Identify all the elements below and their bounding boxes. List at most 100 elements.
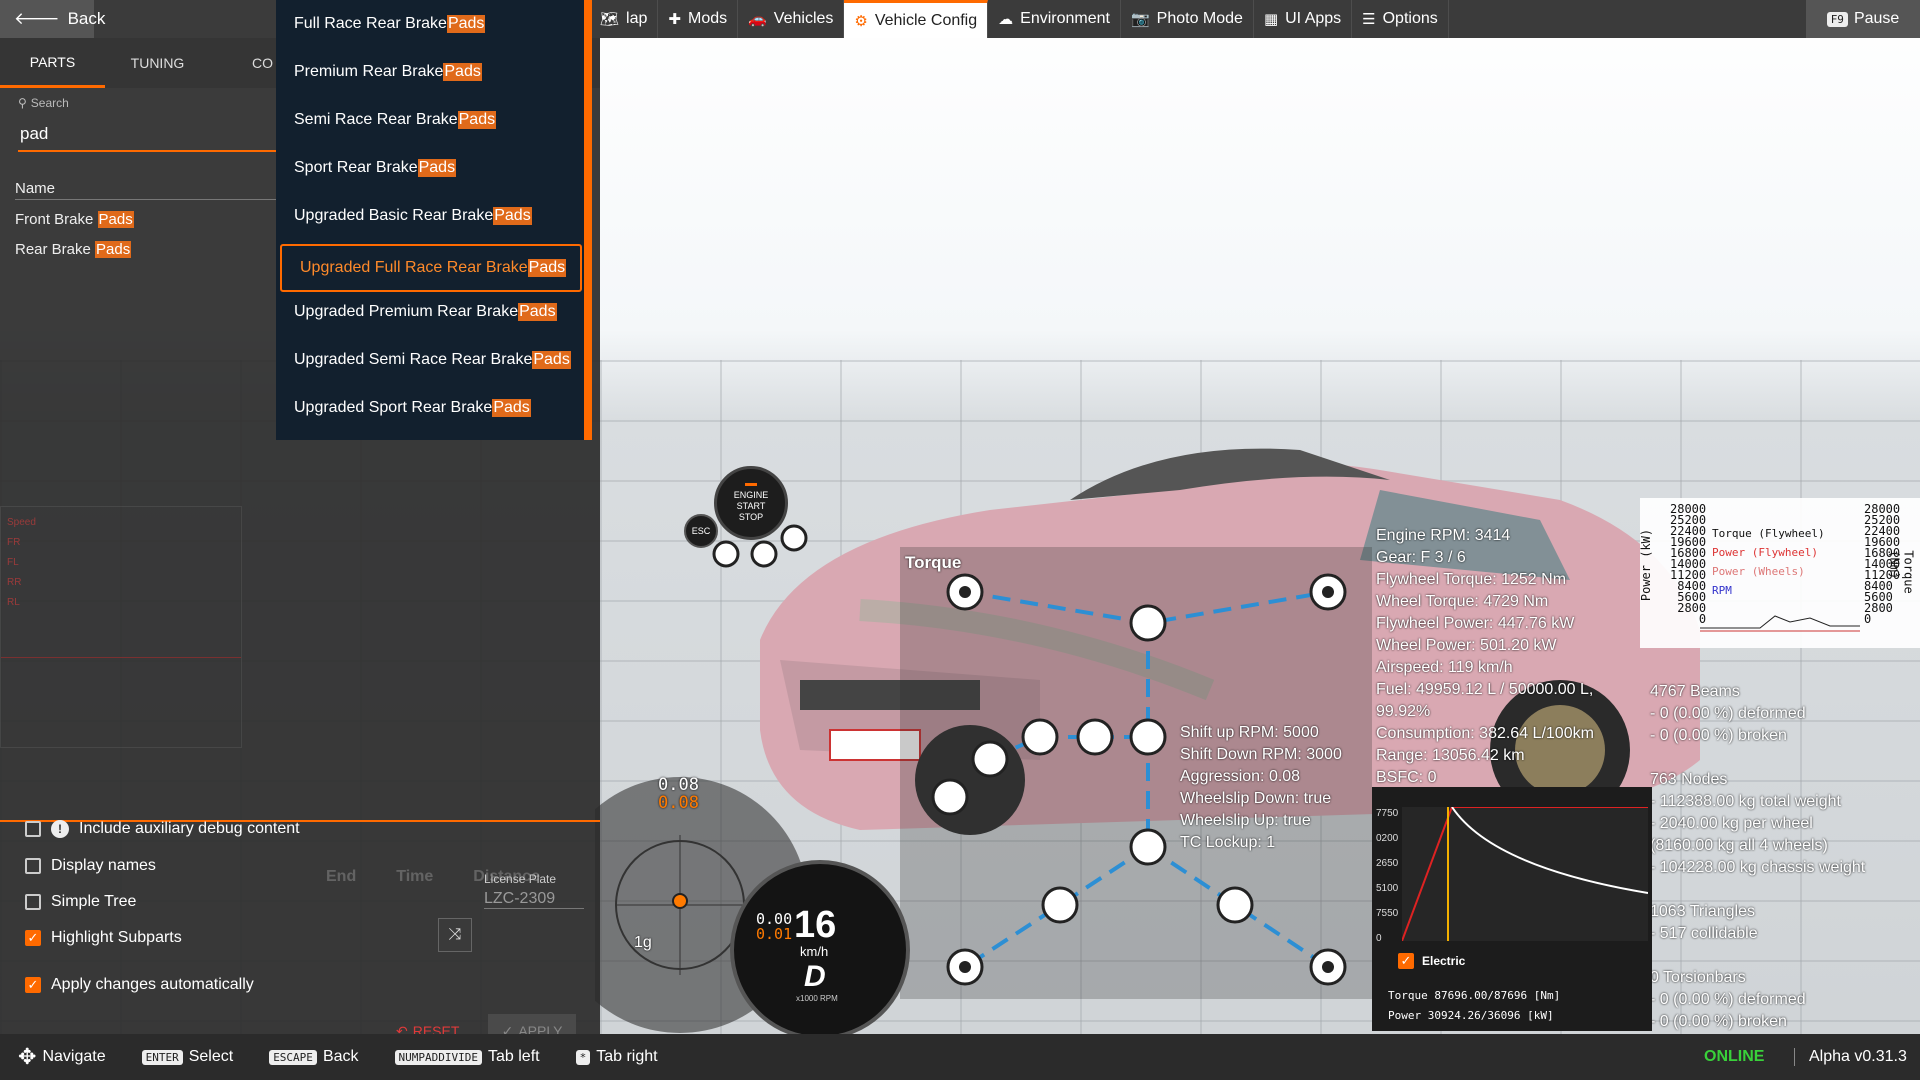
dropdown-option[interactable]: Sport Rear Brake Pads	[276, 144, 584, 192]
checkbox[interactable]	[25, 821, 41, 837]
debug-line: 4767 Beams	[1650, 683, 1740, 700]
option-display-names[interactable]: Display names	[25, 857, 156, 875]
graph-series-label: RL	[7, 597, 20, 608]
legend-torque: Torque 87696.00/87696 [Nm]	[1388, 989, 1561, 1002]
option-include-auxiliary-debug-content[interactable]: ! Include auxiliary debug content	[25, 820, 300, 838]
dropdown-option[interactable]: Semi Race Rear Brake Pads	[276, 96, 584, 144]
option-apply-changes-automatically[interactable]: ✓ Apply changes automatically	[25, 976, 254, 994]
pause-button[interactable]: F9 Pause	[1806, 0, 1920, 38]
axis-tick: 0200	[1376, 833, 1399, 844]
option-label: Display names	[51, 857, 156, 874]
debug-line: Flywheel Power: 447.76 kW	[1376, 615, 1575, 632]
hint-label: Tab right	[596, 1048, 658, 1065]
torque-axis-label: Torque (Nm)	[1887, 550, 1916, 594]
hint-select[interactable]: ENTER Select	[141, 1048, 233, 1066]
search-match: Pads	[492, 399, 531, 417]
hint-tab-right[interactable]: * Tab right	[575, 1048, 658, 1066]
search-match: Pads	[95, 240, 132, 258]
weather-icon: ☁	[998, 11, 1014, 28]
dropdown-option[interactable]: Upgraded Full Race Rear Brake Pads	[280, 244, 582, 292]
option-label: Include auxiliary debug content	[79, 820, 300, 837]
dropdown-option[interactable]: Premium Rear Brake Pads	[276, 48, 584, 96]
option-name: Upgraded Premium Rear Brake	[294, 303, 519, 320]
nav-item-mods[interactable]: ✚ Mods	[658, 0, 739, 38]
checkbox[interactable]	[25, 858, 41, 874]
dropdown-option[interactable]: Upgraded Semi Race Rear Brake Pads	[276, 336, 584, 384]
tab-parts[interactable]: PARTS	[0, 38, 105, 88]
option-name: Sport Rear Brake	[294, 159, 418, 176]
axis-tick: 0	[1376, 933, 1382, 944]
nav-item-ui-apps[interactable]: ▦ UI Apps	[1254, 0, 1353, 38]
torque-curve	[1402, 807, 1648, 941]
graph-series-label: RR	[7, 577, 22, 588]
nav-item-lap[interactable]: 🗺 lap	[590, 0, 659, 38]
axis-tick: 2650	[1376, 858, 1399, 869]
nav-item-photo-mode[interactable]: 📷 Photo Mode	[1121, 0, 1254, 38]
gear-indicator: D	[804, 960, 826, 993]
info-icon: !	[51, 820, 69, 838]
electric-checkbox[interactable]: ✓	[1398, 953, 1414, 969]
debug-line: 0 Torsionbars	[1650, 969, 1746, 986]
search-icon: ⚲	[18, 96, 27, 110]
hint-label: Back	[322, 1048, 359, 1065]
debug-line: Shift Down RPM: 3000	[1180, 746, 1342, 763]
debug-line: 99.92%	[1376, 703, 1431, 720]
dropdown-option[interactable]: Full Race Rear Brake Pads	[276, 0, 584, 48]
debug-line: BSFC: 0	[1376, 769, 1437, 786]
option-simple-tree[interactable]: Simple Tree	[25, 893, 136, 911]
nav-label: Photo Mode	[1156, 10, 1243, 27]
nav-item-options[interactable]: ☰ Options	[1352, 0, 1449, 38]
debug-line: - 517 collidable	[1650, 925, 1758, 942]
dropdown-option[interactable]: Upgraded Premium Rear Brake Pads	[276, 288, 584, 336]
license-plate-input[interactable]: LZC-2309	[484, 890, 584, 909]
search-match: Pads	[493, 207, 532, 225]
torque-curve-legend: Torque 87696.00/87696 [Nm] Power 30924.2…	[1388, 986, 1560, 1026]
checkbox[interactable]	[25, 894, 41, 910]
hint-label: Tab left	[488, 1048, 540, 1065]
dropdown-option[interactable]: Upgraded Sport Rear Brake Pads	[276, 384, 584, 432]
checkbox[interactable]: ✓	[25, 930, 41, 946]
debug-line: Range: 13056.42 km	[1376, 747, 1525, 764]
option-highlight-subparts[interactable]: ✓ Highlight Subparts	[25, 929, 182, 947]
keyboard-icon: ESCAPE	[269, 1049, 317, 1065]
keyboard-icon: F9	[1826, 11, 1848, 27]
g-scale-label: 1g	[634, 934, 652, 951]
debug-line: - 104228.00 kg chassis weight	[1650, 859, 1866, 876]
graph-series-label: FR	[7, 537, 21, 548]
dropdown-option[interactable]: Upgraded Basic Rear Brake Pads	[276, 192, 584, 240]
shift-info: Shift up RPM: 5000 Shift Down RPM: 3000 Ag…	[1180, 722, 1342, 854]
electric-toggle[interactable]: ✓ Electric	[1398, 953, 1465, 969]
search-match: Pads	[417, 159, 457, 177]
speed-graph: Speed FR FL RR RL	[0, 506, 242, 748]
online-status: ONLINE	[1704, 1048, 1765, 1065]
car-icon: 🚗	[748, 11, 767, 28]
option-name: Upgraded Basic Rear Brake	[294, 207, 494, 224]
option-name: Upgraded Semi Race Rear Brake	[294, 351, 533, 368]
keyboard-icon: ENTER	[141, 1049, 183, 1065]
search-match: Pads	[532, 351, 571, 369]
drive-mode-icons	[712, 524, 808, 568]
debug-line: Wheel Power: 501.20 kW	[1376, 637, 1557, 654]
nav-item-vehicle-config[interactable]: ⚙ Vehicle Config	[844, 0, 989, 38]
debug-line: - 2040.00 kg per wheel	[1650, 815, 1813, 832]
power-axis-label: Power (kW)	[1639, 528, 1654, 602]
hint-tab-left[interactable]: NUMPADDIVIDE Tab left	[394, 1048, 540, 1066]
part-name: Front Brake	[15, 210, 98, 228]
debug-line: 1063 Triangles	[1650, 903, 1755, 920]
keyboard-icon: NUMPADDIVIDE	[394, 1049, 482, 1065]
checkbox[interactable]: ✓	[25, 977, 41, 993]
debug-line: Fuel: 49959.12 L / 50000.00 L,	[1376, 681, 1594, 698]
option-name: Full Race Rear Brake	[294, 15, 447, 32]
shuffle-icon[interactable]: ⤨	[438, 918, 472, 952]
hint-navigate[interactable]: ✥ Navigate	[18, 1044, 106, 1070]
tab-tuning[interactable]: TUNING	[105, 38, 210, 88]
back-button[interactable]: 🡐 Back	[0, 0, 105, 38]
hint-back[interactable]: ESCAPE Back	[269, 1048, 359, 1066]
nav-item-vehicles[interactable]: 🚗 Vehicles	[738, 0, 845, 38]
debug-line: (8160.00 kg all 4 wheels)	[1650, 837, 1828, 854]
nav-item-environment[interactable]: ☁ Environment	[988, 0, 1121, 38]
engine-label-2: START	[736, 501, 766, 511]
speed-value: 16	[794, 904, 837, 946]
debug-line: 763 Nodes	[1650, 771, 1728, 788]
debug-line: Wheelslip Up: true	[1180, 812, 1311, 829]
